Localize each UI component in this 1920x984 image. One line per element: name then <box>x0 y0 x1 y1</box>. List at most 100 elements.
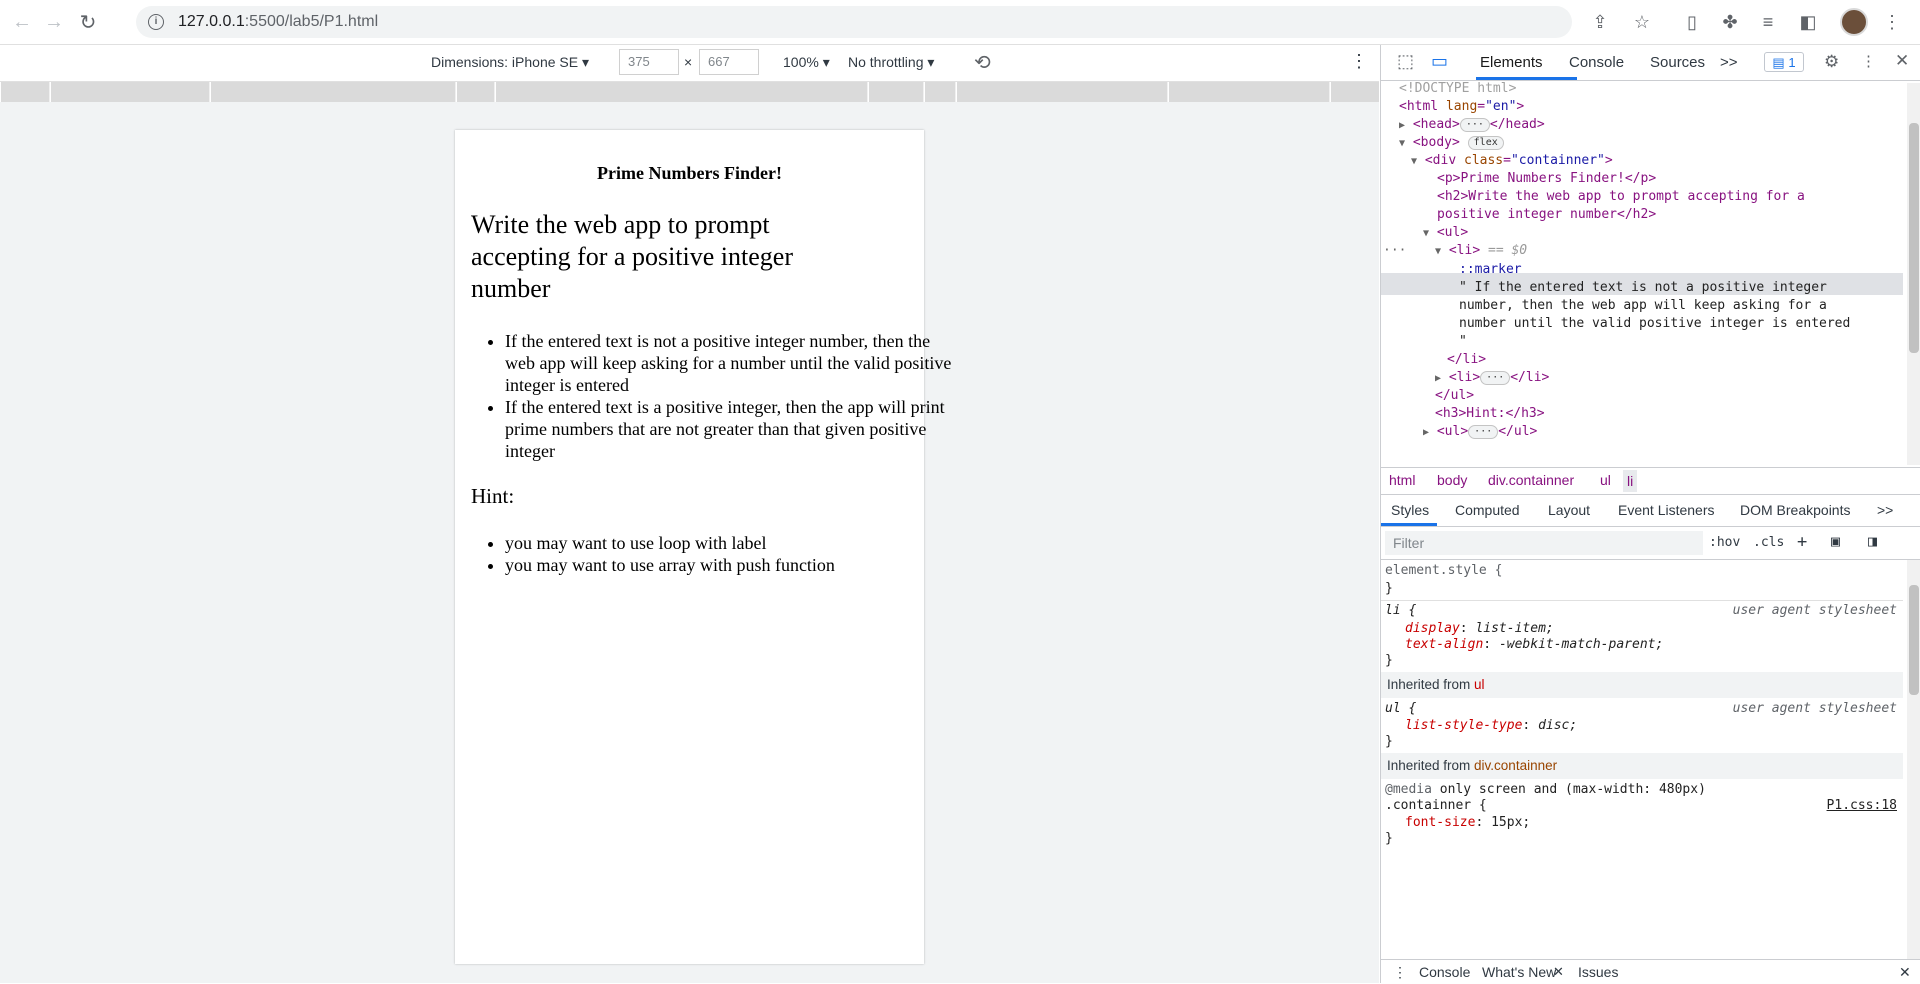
dom-text-node-cont: number, then the web app will keep askin… <box>1459 298 1827 313</box>
throttling-dropdown[interactable]: No throttling ▾ <box>848 54 934 71</box>
containner-selector[interactable]: .containner { <box>1385 797 1487 815</box>
dimensions-dropdown[interactable]: Dimensions: iPhone SE ▾ <box>431 54 589 71</box>
styles-scrollbar[interactable] <box>1907 560 1920 960</box>
breadcrumb-body[interactable]: body <box>1437 472 1467 488</box>
tab-styles[interactable]: Styles <box>1391 502 1429 518</box>
dom-h2-node[interactable]: <h2>Write the web app to prompt acceptin… <box>1437 187 1805 206</box>
tab-elements[interactable]: Elements <box>1480 54 1543 71</box>
css-declaration[interactable]: text-align: -webkit-match-parent; <box>1405 636 1663 654</box>
dom-div-node[interactable]: ▼ <div class="containner"> <box>1411 151 1613 170</box>
scrollbar-thumb[interactable] <box>1909 123 1919 353</box>
media-query-ruler[interactable] <box>0 82 1379 102</box>
collapsed-ellipsis[interactable]: ··· <box>1468 424 1499 439</box>
devtools-menu-icon[interactable]: ⋮ <box>1861 52 1876 70</box>
dom-ul2-node[interactable]: ▶ <ul> ··· </ul> <box>1423 422 1537 441</box>
dom-text-node[interactable]: " If the entered text is not a positive … <box>1459 278 1827 297</box>
collapse-triangle-icon[interactable]: ▼ <box>1411 156 1417 167</box>
tab-dom-breakpoints[interactable]: DOM Breakpoints <box>1740 502 1850 518</box>
device-toggle-icon[interactable]: ▭ <box>1431 51 1448 72</box>
scrollbar-thumb[interactable] <box>1909 585 1919 695</box>
rotate-icon[interactable]: ⟲ <box>974 50 991 75</box>
settings-gear-icon[interactable]: ⚙ <box>1824 52 1839 72</box>
tab-sources[interactable]: Sources <box>1650 54 1705 71</box>
breadcrumb-html[interactable]: html <box>1389 472 1415 488</box>
drawer-tab-issues[interactable]: Issues <box>1578 964 1618 980</box>
new-rule-icon[interactable]: + <box>1797 532 1807 552</box>
back-icon[interactable]: ← <box>10 10 34 34</box>
inherited-selector-link[interactable]: ul <box>1474 677 1485 692</box>
address-bar[interactable]: i 127.0.0.1:5500/lab5/P1.html <box>136 6 1572 38</box>
expand-triangle-icon[interactable]: ▶ <box>1435 373 1441 384</box>
dom-p-node[interactable]: <p>Prime Numbers Finder!</p> <box>1437 169 1656 188</box>
document-icon[interactable]: ▯ <box>1680 10 1704 34</box>
collapsed-ellipsis[interactable]: ··· <box>1480 370 1511 385</box>
side-panel-icon[interactable]: ◧ <box>1796 10 1820 34</box>
inherited-selector-link[interactable]: div.containner <box>1474 758 1557 773</box>
element-style-selector[interactable]: element.style { <box>1385 562 1502 580</box>
site-info-icon[interactable]: i <box>148 14 164 30</box>
reload-icon[interactable]: ↻ <box>76 10 100 34</box>
collapsed-ellipsis[interactable]: ··· <box>1459 117 1490 132</box>
dom-body-node[interactable]: ▼ <body> flex <box>1399 133 1504 152</box>
collapse-triangle-icon[interactable]: ▼ <box>1435 246 1441 257</box>
collapse-triangle-icon[interactable]: ▼ <box>1399 138 1405 149</box>
bookmark-star-icon[interactable]: ☆ <box>1630 10 1654 34</box>
expand-triangle-icon[interactable]: ▶ <box>1399 120 1405 131</box>
breadcrumb-li[interactable]: li <box>1623 470 1638 492</box>
css-value: disc; <box>1538 718 1578 733</box>
flex-badge[interactable]: flex <box>1467 135 1504 150</box>
dom-li-node[interactable]: ▶ <li> ··· </li> <box>1435 368 1549 387</box>
close-drawer-icon[interactable]: ✕ <box>1899 964 1911 981</box>
cls-button[interactable]: .cls <box>1753 535 1784 550</box>
share-icon[interactable]: ⇪ <box>1588 10 1612 34</box>
dom-li-node-selected[interactable]: ▼ <li> == $0 <box>1435 241 1527 260</box>
close-tab-icon[interactable]: ✕ <box>1553 964 1564 980</box>
collapse-triangle-icon[interactable]: ▼ <box>1423 228 1429 239</box>
tab-console[interactable]: Console <box>1569 54 1624 71</box>
paint-icon[interactable]: ▣ <box>1831 532 1840 550</box>
forward-icon[interactable]: → <box>42 10 66 34</box>
width-input[interactable]: 375 <box>619 49 679 75</box>
dom-tree[interactable]: <!DOCTYPE html> <html lang="en"> ▶ <head… <box>1381 81 1903 467</box>
devtools-drawer: ⋮ Console What's New ✕ Issues ✕ <box>1381 959 1920 984</box>
tab-event-listeners[interactable]: Event Listeners <box>1618 502 1715 518</box>
expand-triangle-icon[interactable]: ▶ <box>1423 427 1429 438</box>
reading-list-icon[interactable]: ≡ <box>1756 10 1780 34</box>
dom-head-node[interactable]: ▶ <head> ··· </head> <box>1399 115 1545 134</box>
extensions-icon[interactable]: ✤ <box>1718 10 1742 34</box>
url-text[interactable]: 127.0.0.1:5500/lab5/P1.html <box>178 13 378 31</box>
drawer-tab-whats-new[interactable]: What's New <box>1482 964 1556 980</box>
tab-layout[interactable]: Layout <box>1548 502 1590 518</box>
zoom-dropdown[interactable]: 100% ▾ <box>783 54 830 71</box>
inspect-element-icon[interactable]: ⬚ <box>1397 51 1414 72</box>
hov-button[interactable]: :hov <box>1709 535 1740 550</box>
styles-subtabs: Styles Computed Layout Event Listeners D… <box>1381 494 1920 527</box>
breadcrumb-ul[interactable]: ul <box>1600 472 1611 488</box>
sidebar-toggle-icon[interactable]: ◨ <box>1868 532 1877 550</box>
li-selector[interactable]: li { <box>1385 602 1416 620</box>
node-actions-icon[interactable]: ··· <box>1383 241 1406 260</box>
li-tag: <li> <box>1448 370 1481 385</box>
more-subtabs-icon[interactable]: >> <box>1877 502 1893 518</box>
ul-selector[interactable]: ul { <box>1385 700 1416 718</box>
drawer-menu-icon[interactable]: ⋮ <box>1393 964 1407 981</box>
css-declaration[interactable]: list-style-type: disc; <box>1405 717 1577 735</box>
css-source-link[interactable]: P1.css:18 <box>1827 797 1897 815</box>
dom-ul-node[interactable]: ▼ <ul> <box>1423 223 1468 242</box>
close-devtools-icon[interactable]: ✕ <box>1895 51 1909 71</box>
height-input[interactable]: 667 <box>699 49 759 75</box>
breadcrumb-div[interactable]: div.containner <box>1488 472 1574 488</box>
browser-menu-icon[interactable]: ⋮ <box>1880 10 1904 34</box>
css-declaration[interactable]: font-size: 15px; <box>1405 814 1530 832</box>
drawer-tab-console[interactable]: Console <box>1419 964 1470 980</box>
device-toolbar-menu-icon[interactable]: ⋮ <box>1350 51 1368 72</box>
tab-computed[interactable]: Computed <box>1455 502 1520 518</box>
dom-marker[interactable]: ::marker <box>1459 260 1522 279</box>
dom-scrollbar[interactable] <box>1907 83 1920 465</box>
more-tabs-icon[interactable]: >> <box>1720 54 1738 71</box>
styles-filter-input[interactable]: Filter <box>1385 531 1703 555</box>
dom-html-node[interactable]: <html lang="en"> <box>1399 97 1524 116</box>
dom-h3-node[interactable]: <h3>Hint:</h3> <box>1435 404 1545 423</box>
issues-badge[interactable]: ▤ 1 <box>1764 52 1804 72</box>
profile-avatar[interactable] <box>1840 8 1868 36</box>
